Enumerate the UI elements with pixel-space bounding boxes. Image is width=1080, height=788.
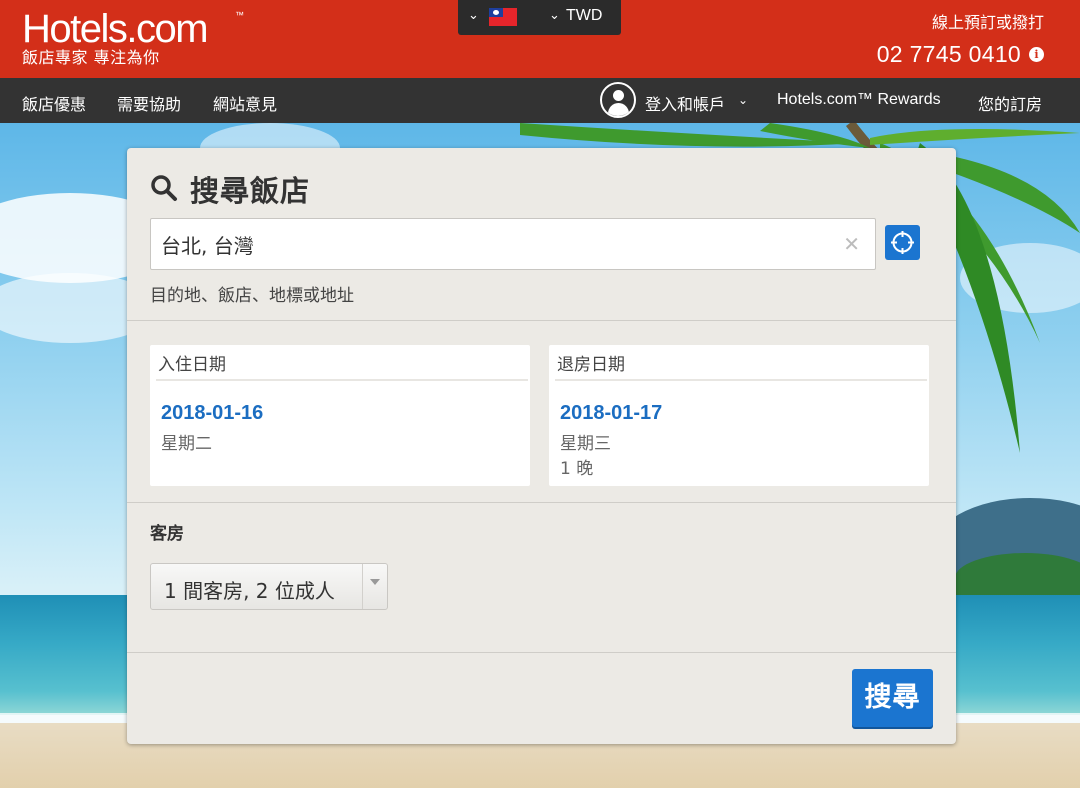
destination-hint: 目的地、飯店、地標或地址 xyxy=(150,286,354,306)
account-avatar-icon[interactable] xyxy=(600,82,636,118)
logo-wordmark: Hotels.com xyxy=(22,7,209,51)
locale-currency-selector[interactable]: ⌄ ⌄ TWD xyxy=(458,0,621,35)
chevron-down-icon: ⌄ xyxy=(549,8,560,23)
chevron-down-icon: ⌄ xyxy=(738,93,749,107)
clear-icon[interactable]: ✕ xyxy=(843,232,860,256)
nav-item-rewards[interactable]: Hotels.com™ Rewards xyxy=(777,91,941,109)
chevron-down-icon xyxy=(370,579,380,585)
checkin-weekday: 星期二 xyxy=(161,434,212,454)
checkin-label: 入住日期 xyxy=(158,355,226,375)
search-title: 搜尋飯店 xyxy=(190,174,311,208)
nav-item-feedback[interactable]: 網站意見 xyxy=(213,91,277,115)
main-nav: 飯店優惠 需要協助 網站意見 登入和帳戶 ⌄ Hotels.com™ Rewar… xyxy=(0,78,1080,123)
current-location-button[interactable] xyxy=(885,225,920,260)
divider xyxy=(127,320,956,321)
logo-trademark: ™ xyxy=(235,10,244,20)
divider xyxy=(156,379,528,381)
logo-tagline: 飯店專家 專注為你 xyxy=(22,48,160,67)
nav-item-bookings[interactable]: 您的訂房 xyxy=(978,91,1042,115)
search-submit-button[interactable]: 搜尋 xyxy=(852,669,933,727)
top-header: Hotels.com ™ 飯店專家 專注為你 ⌄ ⌄ TWD 線上預訂或撥打 0… xyxy=(0,0,1080,78)
phone-label: 線上預訂或撥打 xyxy=(931,13,1044,32)
nights-count: 1 晚 xyxy=(560,459,594,479)
crosshair-icon xyxy=(891,231,914,254)
search-icon xyxy=(151,175,177,201)
divider xyxy=(555,379,927,381)
taiwan-flag-icon xyxy=(489,8,517,26)
info-icon[interactable]: i xyxy=(1029,47,1044,62)
destination-field[interactable]: ✕ xyxy=(150,218,876,270)
checkout-date: 2018-01-17 xyxy=(560,402,663,424)
checkin-date: 2018-01-16 xyxy=(161,402,264,424)
checkout-label: 退房日期 xyxy=(557,355,625,375)
nav-item-deals[interactable]: 飯店優惠 xyxy=(22,91,86,115)
chevron-down-icon: ⌄ xyxy=(468,8,479,23)
divider xyxy=(127,502,956,503)
rooms-guests-value: 1 間客房, 2 位成人 xyxy=(164,579,335,603)
divider xyxy=(127,652,956,653)
checkin-date-picker[interactable]: 入住日期 2018-01-16 星期二 xyxy=(150,345,530,486)
checkout-weekday: 星期三 xyxy=(560,434,611,454)
nav-item-account[interactable]: 登入和帳戶 xyxy=(645,91,725,115)
nav-item-help[interactable]: 需要協助 xyxy=(117,91,181,115)
hotel-search-panel: 搜尋飯店 ✕ 目的地、飯店、地標或地址 入住日期 2018-01-16 星期二 … xyxy=(127,148,956,744)
rooms-guests-select[interactable]: 1 間客房, 2 位成人 xyxy=(150,563,388,610)
currency-label: TWD xyxy=(566,7,603,24)
rooms-label: 客房 xyxy=(150,524,184,544)
phone-number[interactable]: 02 7745 0410 xyxy=(877,41,1021,68)
hotels-logo[interactable]: Hotels.com ™ 飯店專家 專注為你 xyxy=(22,7,244,67)
destination-input[interactable] xyxy=(161,219,831,269)
checkout-date-picker[interactable]: 退房日期 2018-01-17 星期三 1 晚 xyxy=(549,345,929,486)
